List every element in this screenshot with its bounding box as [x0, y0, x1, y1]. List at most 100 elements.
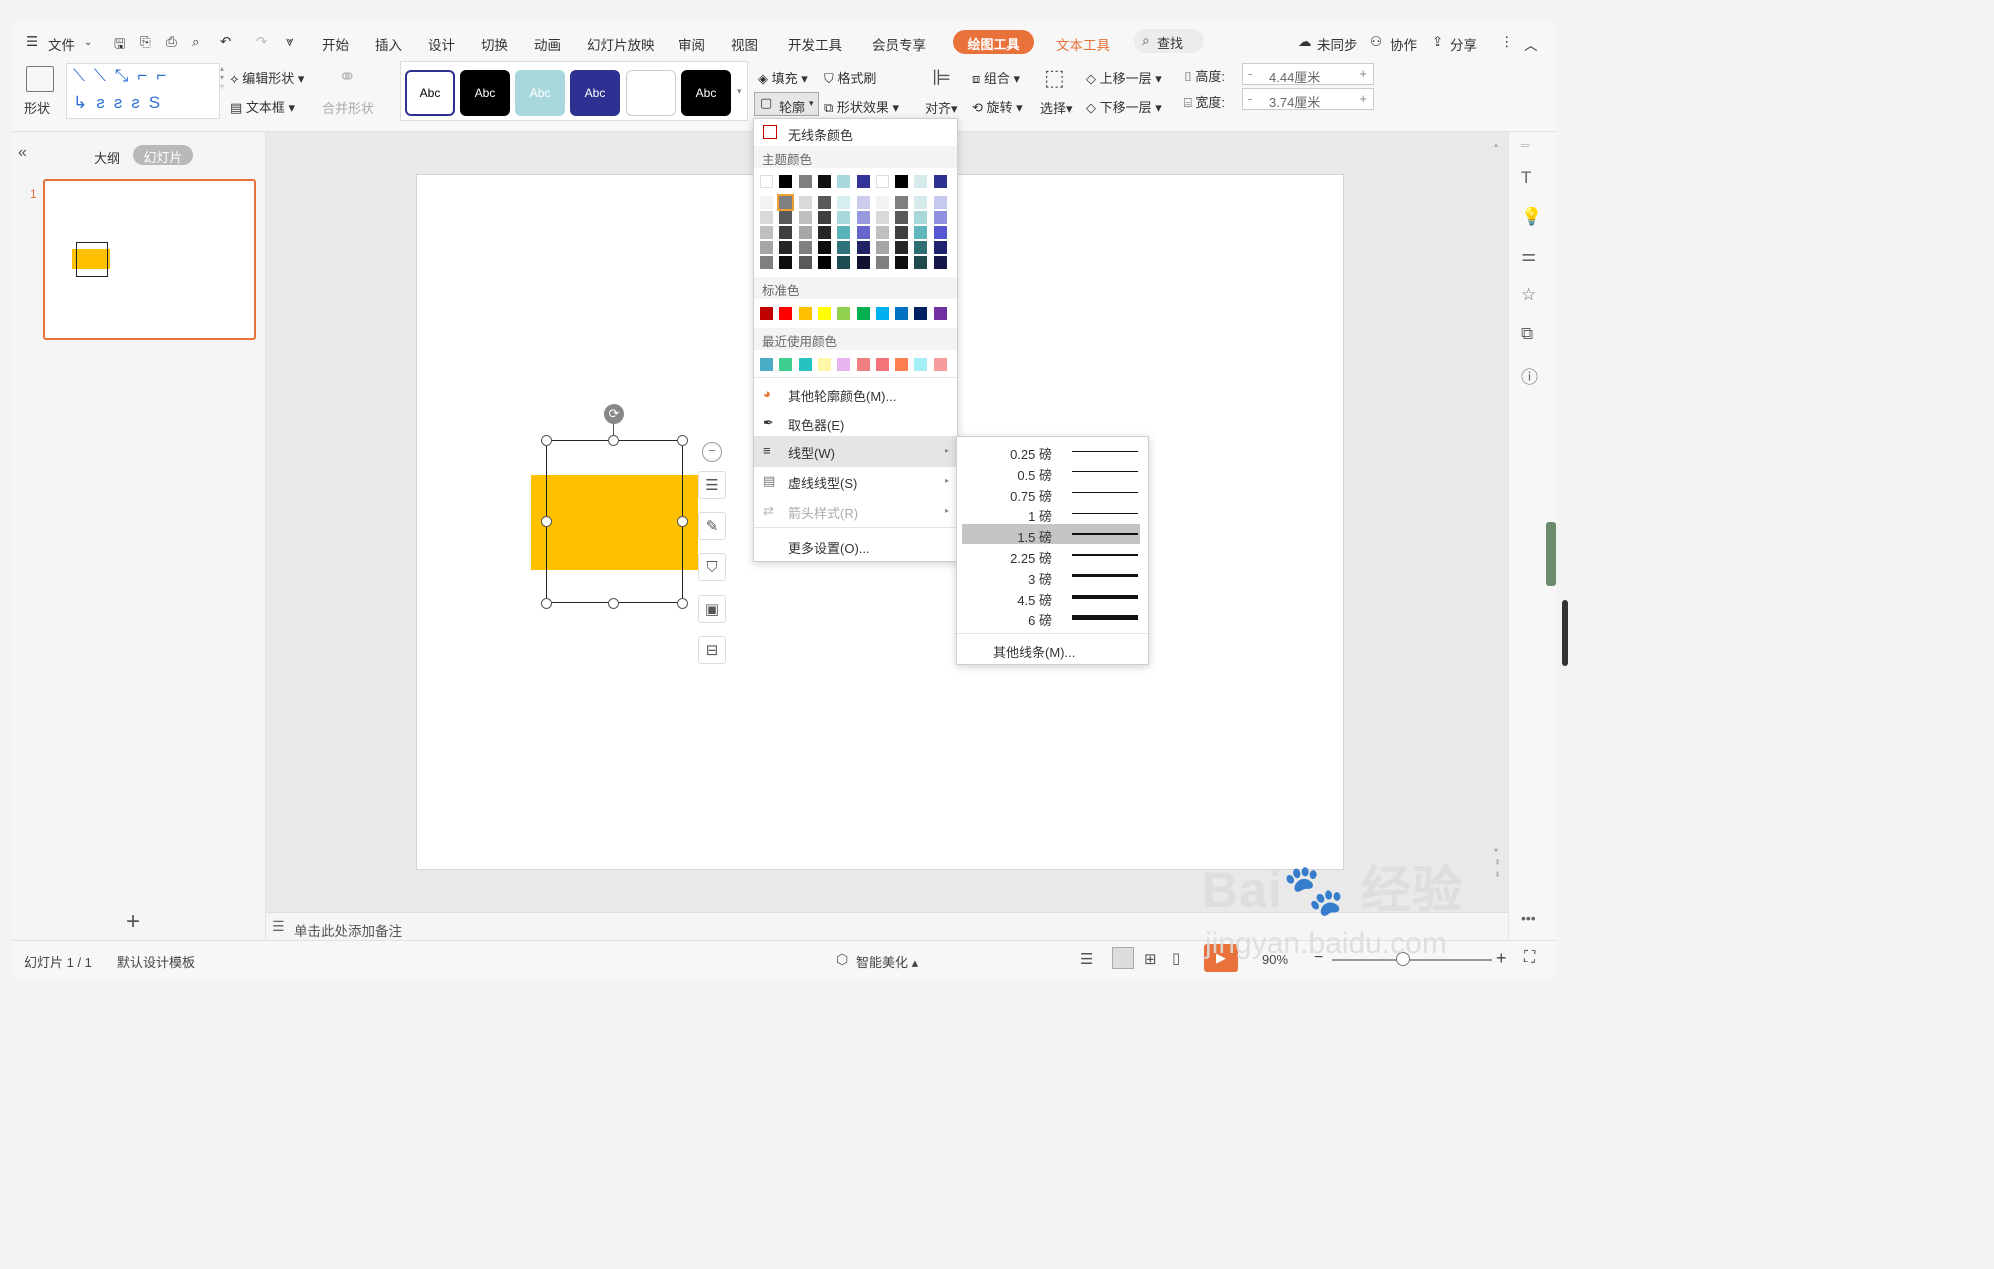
notes-placeholder[interactable]: 单击此处添加备注 — [294, 920, 402, 940]
rotate-handle-icon[interactable]: ⟳ — [604, 404, 624, 424]
scroll-down-icon[interactable]: ▾ ⇞ ⇟ — [1494, 845, 1501, 881]
theme-shade-swatch[interactable] — [817, 256, 831, 269]
theme-shade-swatch[interactable] — [914, 241, 928, 254]
align-icon[interactable]: ⊫ — [932, 65, 951, 91]
recent-color-swatch[interactable] — [817, 358, 831, 371]
recent-color-swatch[interactable] — [933, 358, 947, 371]
help-icon[interactable]: ⓘ — [1521, 363, 1538, 388]
tab-drawing-tools[interactable]: 绘图工具 — [953, 30, 1034, 54]
line-weight-option[interactable]: 4.5 磅 — [962, 587, 1140, 608]
theme-shade-swatch[interactable] — [895, 211, 909, 224]
line-weight-option[interactable]: 6 磅 — [962, 607, 1140, 628]
recent-color-swatch[interactable] — [895, 358, 909, 371]
standard-color-swatch[interactable] — [798, 307, 812, 320]
theme-color-swatch[interactable] — [856, 175, 870, 188]
print-preview-icon[interactable]: ⌕ — [192, 34, 200, 50]
standard-color-swatch[interactable] — [760, 307, 773, 320]
theme-shade-swatch[interactable] — [779, 226, 793, 239]
recent-color-swatch[interactable] — [779, 358, 793, 371]
eyedropper-item[interactable]: ✒ 取色器(E) — [754, 409, 957, 439]
tab-review[interactable]: 审阅 — [678, 34, 705, 54]
theme-shade-swatch[interactable] — [779, 241, 793, 254]
line-type-item[interactable]: ≡ 线型(W) ▸ — [754, 437, 957, 467]
print-icon[interactable]: ⎙ — [166, 34, 177, 50]
theme-color-swatch[interactable] — [933, 175, 947, 188]
line-weight-option[interactable]: 3 磅 — [962, 566, 1140, 587]
more-outline-colors-item[interactable]: ◕ 其他轮廓颜色(M)... — [754, 380, 957, 410]
scroll-up-icon[interactable]: ▴ — [1494, 140, 1498, 149]
theme-shade-swatch[interactable] — [817, 211, 831, 224]
theme-shade-swatch[interactable] — [837, 196, 851, 209]
pen-icon[interactable]: ✎ — [698, 512, 726, 540]
theme-shade-swatch[interactable] — [895, 196, 909, 209]
minimize-toolbar-icon[interactable]: − — [702, 442, 722, 462]
theme-shade-swatch[interactable] — [856, 256, 870, 269]
save-icon[interactable]: 🖫 — [114, 34, 126, 57]
theme-color-swatch[interactable] — [837, 175, 851, 188]
more-lines-item[interactable]: 其他线条(M)... — [993, 642, 1075, 661]
text-wrap-icon[interactable]: ⊟ — [698, 636, 726, 664]
no-line-color-item[interactable]: 无线条颜色 — [754, 119, 957, 149]
undo-icon[interactable]: ↶ — [220, 34, 231, 50]
resize-handle-s[interactable] — [608, 598, 619, 609]
standard-color-swatch[interactable] — [856, 307, 870, 320]
shape-gallery[interactable]: ⟍⟍⤡⌐⌐ ↳ƨƨƨS — [66, 63, 220, 119]
select-button[interactable]: 选择▾ — [1040, 98, 1073, 117]
style-expand-icon[interactable]: ▾ — [737, 86, 742, 97]
tab-outline[interactable]: 大纲 — [94, 148, 120, 167]
edit-shape-button[interactable]: ⟡ 编辑形状 ▾ — [230, 68, 304, 87]
theme-color-swatch[interactable] — [914, 175, 928, 188]
zoom-in-icon[interactable]: + — [1496, 948, 1507, 969]
normal-view-icon[interactable] — [1112, 947, 1134, 969]
reading-view-icon[interactable]: ▯ — [1172, 949, 1180, 967]
beautify-icon[interactable]: ⬡ — [836, 951, 848, 968]
tab-slides[interactable]: 幻灯片 — [133, 145, 193, 165]
shape-button[interactable]: 形状 — [24, 98, 50, 117]
resize-handle-w[interactable] — [541, 516, 552, 527]
share-icon[interactable]: ⇪ — [1432, 34, 1443, 50]
recent-color-swatch[interactable] — [875, 358, 889, 371]
template-name[interactable]: 默认设计模板 — [117, 952, 195, 971]
theme-shade-swatch[interactable] — [933, 241, 947, 254]
standard-color-swatch[interactable] — [779, 307, 793, 320]
redo-icon[interactable]: ↷ — [256, 34, 267, 50]
tab-home[interactable]: 开始 — [322, 34, 349, 54]
resize-handle-se[interactable] — [677, 598, 688, 609]
theme-shade-swatch[interactable] — [875, 211, 889, 224]
resize-handle-n[interactable] — [608, 435, 619, 446]
line-weight-option[interactable]: 0.5 磅 — [962, 462, 1140, 483]
theme-shade-swatch[interactable] — [875, 196, 889, 209]
theme-shade-swatch[interactable] — [837, 226, 851, 239]
theme-shade-swatch[interactable] — [875, 256, 889, 269]
recent-color-swatch[interactable] — [760, 358, 773, 371]
textbox-button[interactable]: ▤ 文本框 ▾ — [230, 97, 295, 116]
theme-shade-swatch[interactable] — [933, 196, 947, 209]
format-painter-icon[interactable]: ⎘ — [140, 34, 151, 50]
theme-shade-swatch[interactable] — [856, 196, 870, 209]
recent-color-swatch[interactable] — [837, 358, 851, 371]
theme-shade-swatch[interactable] — [856, 211, 870, 224]
theme-shade-swatch[interactable] — [895, 241, 909, 254]
tab-view[interactable]: 视图 — [731, 34, 758, 54]
sync-status[interactable]: 未同步 — [1317, 34, 1358, 54]
tab-member[interactable]: 会员专享 — [872, 34, 926, 54]
slide-thumbnail[interactable] — [43, 179, 256, 340]
theme-shade-swatch[interactable] — [779, 256, 793, 269]
line-weight-option[interactable]: 0.25 磅 — [962, 441, 1140, 462]
theme-shade-swatch[interactable] — [895, 226, 909, 239]
style-preset-6[interactable]: Abc — [681, 70, 731, 116]
tab-developer[interactable]: 开发工具 — [788, 34, 842, 54]
theme-shade-swatch[interactable] — [856, 226, 870, 239]
send-backward-button[interactable]: ◇ 下移一层 ▾ — [1086, 97, 1162, 116]
theme-shade-swatch[interactable] — [798, 256, 812, 269]
theme-color-swatch[interactable] — [760, 175, 773, 188]
rotate-button[interactable]: ⟲ 旋转 ▾ — [972, 97, 1023, 116]
theme-shade-swatch[interactable] — [798, 196, 812, 209]
theme-shade-swatch[interactable] — [837, 241, 851, 254]
group-button[interactable]: ⧈ 组合 ▾ — [972, 68, 1020, 87]
theme-color-swatch[interactable] — [798, 175, 812, 188]
text-format-icon[interactable]: T — [1521, 168, 1531, 188]
tab-transition[interactable]: 切换 — [481, 34, 508, 54]
star-icon[interactable]: ☆ — [1521, 285, 1536, 305]
theme-shade-swatch[interactable] — [798, 211, 812, 224]
